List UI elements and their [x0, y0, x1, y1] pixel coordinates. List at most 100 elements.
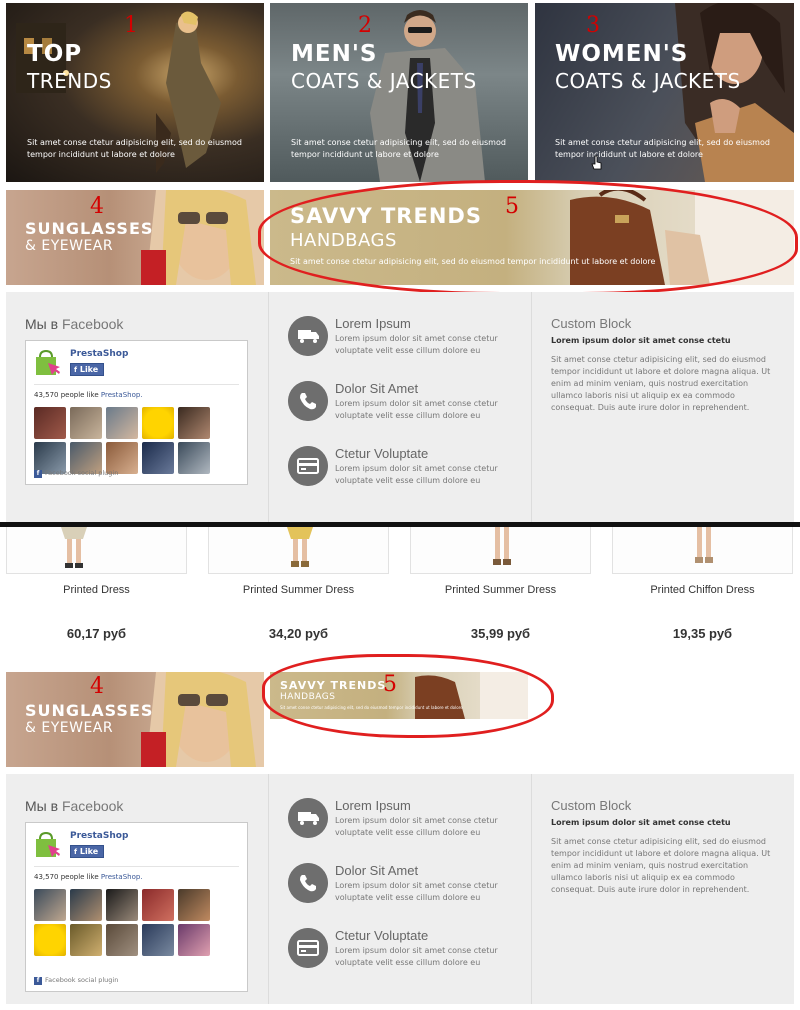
custom-block: Custom Block Lorem ipsum dolor sit amet … [532, 292, 794, 522]
feature-text: Lorem ipsum dolor sit amet conse ctetur … [335, 816, 498, 837]
facebook-page-name[interactable]: PrestaShop [70, 349, 128, 359]
avatar[interactable] [142, 442, 174, 474]
product-image[interactable] [6, 527, 187, 574]
product-price: 35,99 руб [470, 626, 531, 641]
feature-title: Dolor Sit Amet [335, 863, 419, 878]
banner-handbags[interactable]: SAVVY TRENDS HANDBAGS Sit amet conse cte… [270, 672, 528, 719]
facebook-like-button[interactable]: f Like [70, 845, 104, 858]
facebook-widget: PrestaShop f Like 43,570 people like Pre… [25, 822, 248, 992]
hand-cursor-icon [591, 155, 602, 170]
banner-subtitle: HANDBAGS [290, 230, 397, 251]
banner-description: Sit amet conse ctetur adipisicing elit, … [280, 705, 463, 710]
avatar[interactable] [178, 924, 210, 956]
avatar[interactable] [106, 889, 138, 921]
avatar[interactable] [34, 889, 66, 921]
banner-sunglasses[interactable]: SUNGLASSES & EYEWEAR 4 [6, 672, 264, 767]
avatar[interactable] [106, 407, 138, 439]
product-name[interactable]: Printed Chiffon Dress [612, 584, 793, 596]
banner-description: Sit amet conse ctetur adipisicing elit, … [555, 138, 770, 159]
annotation-number: 5 [383, 672, 397, 697]
banner-title: SAVVY TRENDS [290, 204, 482, 228]
banner-subtitle: COATS & JACKETS [291, 69, 477, 93]
banner-title: MEN'S [291, 41, 378, 67]
banner-subtitle: COATS & JACKETS [555, 69, 741, 93]
banner-description: Sit amet conse ctetur adipisicing elit, … [290, 257, 656, 266]
banner-title: SUNGLASSES [25, 701, 154, 720]
facebook-faces [34, 407, 214, 474]
product-price: 19,35 руб [672, 626, 733, 641]
avatar[interactable] [178, 889, 210, 921]
avatar[interactable] [142, 889, 174, 921]
avatar[interactable] [70, 924, 102, 956]
custom-block: Custom Block Lorem ipsum dolor sit amet … [532, 774, 794, 1004]
info-strip: Мы в Facebook PrestaShop f Like 43,570 p… [6, 774, 794, 1004]
avatar[interactable] [70, 407, 102, 439]
custom-block-text: Sit amet conse ctetur adipisicing elit, … [551, 837, 771, 894]
facebook-plugin-label[interactable]: f Facebook social plugin [34, 976, 118, 985]
avatar[interactable] [178, 442, 210, 474]
facebook-faces [34, 889, 214, 956]
custom-block-text: Sit amet conse ctetur adipisicing elit, … [551, 355, 771, 412]
credit-card-icon [288, 928, 328, 968]
feature-title: Ctetur Voluptate [335, 928, 429, 943]
avatar[interactable] [70, 889, 102, 921]
avatar[interactable] [34, 407, 66, 439]
info-strip: Мы в Facebook PrestaShop f Like 43,570 p… [6, 292, 794, 522]
annotation-number: 5 [505, 194, 519, 219]
product-price: 60,17 руб [66, 626, 127, 641]
product-image[interactable] [612, 527, 793, 574]
prestashop-logo[interactable] [34, 831, 62, 859]
facebook-widget: PrestaShop f Like 43,570 people like Pre… [25, 340, 248, 485]
phone-icon [288, 381, 328, 421]
product-name[interactable]: Printed Summer Dress [208, 584, 389, 596]
feature-text: Lorem ipsum dolor sit amet conse ctetur … [335, 464, 498, 485]
custom-block-title: Custom Block [551, 316, 632, 331]
facebook-like-count: 43,570 people like PrestaShop. [34, 391, 143, 399]
product-name[interactable]: Printed Summer Dress [410, 584, 591, 596]
truck-icon [288, 316, 328, 356]
feature-title: Lorem Ipsum [335, 316, 411, 331]
banner-subtitle: & EYEWEAR [25, 238, 114, 254]
banner-title: WOMEN'S [555, 41, 689, 67]
feature-text: Lorem ipsum dolor sit amet conse ctetur … [335, 334, 498, 355]
annotation-number: 2 [358, 13, 372, 38]
feature-title: Lorem Ipsum [335, 798, 411, 813]
product-image[interactable] [208, 527, 389, 574]
feature-title: Dolor Sit Amet [335, 381, 419, 396]
feature-title: Ctetur Voluptate [335, 446, 429, 461]
facebook-like-button[interactable]: f Like [70, 363, 104, 376]
facebook-page-name[interactable]: PrestaShop [70, 831, 128, 841]
banner-subtitle: HANDBAGS [280, 692, 336, 702]
facebook-block: Мы в Facebook PrestaShop f Like 43,570 p… [6, 774, 268, 1004]
banner-mens-coats[interactable]: MEN'S COATS & JACKETS Sit amet conse cte… [270, 3, 528, 182]
avatar[interactable] [142, 924, 174, 956]
facebook-like-count: 43,570 people like PrestaShop. [34, 873, 143, 881]
avatar[interactable] [178, 407, 210, 439]
banner-title: TOP [27, 41, 83, 67]
banner-sunglasses[interactable]: SUNGLASSES & EYEWEAR 4 [6, 190, 264, 285]
annotation-number: 4 [90, 194, 104, 219]
banner-top-trends[interactable]: TOP TRENDS Sit amet conse ctetur adipisi… [6, 3, 264, 182]
product-name[interactable]: Printed Dress [6, 584, 187, 596]
prestashop-logo[interactable] [34, 349, 62, 377]
avatar[interactable] [106, 924, 138, 956]
product-price: 34,20 руб [268, 626, 329, 641]
facebook-title: Мы в Facebook [25, 798, 124, 814]
avatar[interactable] [142, 407, 174, 439]
product-image[interactable] [410, 527, 591, 574]
facebook-plugin-label[interactable]: f Facebook social plugin [34, 469, 118, 478]
avatar[interactable] [34, 924, 66, 956]
truck-icon [288, 798, 328, 838]
banner-description: Sit amet conse ctetur adipisicing elit, … [291, 138, 506, 159]
banner-subtitle: & EYEWEAR [25, 720, 114, 736]
features-block: Lorem Ipsum Lorem ipsum dolor sit amet c… [268, 292, 532, 522]
banner-subtitle: TRENDS [27, 69, 112, 93]
feature-text: Lorem ipsum dolor sit amet conse ctetur … [335, 946, 498, 967]
facebook-title: Мы в Facebook [25, 316, 124, 332]
banner-womens-coats[interactable]: WOMEN'S COATS & JACKETS Sit amet conse c… [535, 3, 794, 182]
custom-block-title: Custom Block [551, 798, 632, 813]
banner-handbags[interactable]: SAVVY TRENDS HANDBAGS Sit amet conse cte… [270, 190, 794, 285]
custom-block-subtitle: Lorem ipsum dolor sit amet conse ctetu [551, 336, 731, 345]
banner-title: SUNGLASSES [25, 219, 154, 238]
banner-description: Sit amet conse ctetur adipisicing elit, … [27, 138, 242, 159]
